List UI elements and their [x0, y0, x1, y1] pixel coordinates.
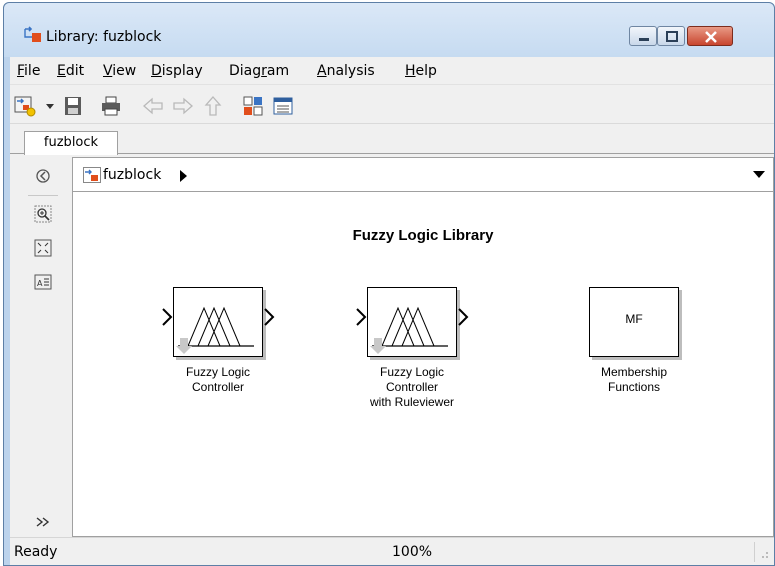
- up-icon[interactable]: [202, 95, 224, 117]
- fuzzy-logic-controller-block[interactable]: [173, 287, 263, 357]
- menu-analysis[interactable]: Analysis: [317, 63, 375, 79]
- forward-icon[interactable]: [172, 95, 194, 117]
- close-button[interactable]: [687, 26, 733, 46]
- model-browser-icon[interactable]: [242, 95, 264, 117]
- window-title: Library: fuzblock: [46, 29, 162, 45]
- dropdown-arrow-icon[interactable]: [40, 95, 62, 117]
- resize-grip-icon[interactable]: [754, 542, 770, 562]
- menu-view[interactable]: View: [103, 63, 136, 79]
- block-label: Fuzzy Logic Controller with Ruleviewer: [369, 365, 455, 409]
- simulink-model-icon: [24, 26, 41, 42]
- address-dropdown-icon[interactable]: [753, 170, 765, 180]
- tab-fuzblock[interactable]: fuzblock: [24, 131, 118, 155]
- zoom-icon[interactable]: [34, 205, 52, 223]
- status-bar: Ready 100%: [10, 537, 774, 565]
- more-icon[interactable]: [34, 513, 52, 531]
- tab-strip: fuzblock: [10, 126, 774, 155]
- menu-diagram[interactable]: Diagram: [229, 63, 289, 79]
- address-bar[interactable]: fuzblock: [73, 158, 773, 192]
- library-icon: [83, 167, 101, 183]
- output-port-icon: [264, 308, 275, 326]
- palette-divider: [28, 195, 58, 196]
- zoom-level: 100%: [392, 544, 433, 560]
- close-icon: [705, 31, 717, 43]
- minimize-button[interactable]: [629, 26, 657, 46]
- input-port-icon: [162, 308, 173, 326]
- annotation-icon[interactable]: A: [34, 273, 52, 291]
- menu-bar: File Edit View Display Diagram Analysis …: [10, 57, 774, 85]
- menu-display[interactable]: Display: [151, 63, 203, 79]
- fit-view-icon[interactable]: [34, 239, 52, 257]
- menu-file[interactable]: File: [17, 63, 40, 79]
- window-client: File Edit View Display Diagram Analysis …: [10, 57, 774, 565]
- library-window: Library: fuzblock File Edit View Display…: [3, 2, 775, 566]
- left-palette: A: [10, 155, 74, 537]
- print-icon[interactable]: [100, 95, 122, 117]
- model-canvas: fuzblock Fuzzy Logic Library Fuzzy Logic…: [72, 157, 774, 537]
- status-text: Ready: [14, 544, 58, 560]
- fuzzy-logic-controller-ruleviewer-block[interactable]: [367, 287, 457, 357]
- toolbar: [10, 86, 774, 124]
- diagram-area: Fuzzy Logic Library Fuzzy Logic Controll…: [73, 193, 773, 536]
- maximize-button[interactable]: [657, 26, 685, 46]
- mf-block-text: MF: [625, 312, 643, 326]
- explorer-icon[interactable]: [272, 95, 294, 117]
- membership-functions-icon: [176, 306, 254, 354]
- membership-functions-icon: [370, 306, 448, 354]
- hide-browser-icon[interactable]: [34, 167, 52, 185]
- save-icon[interactable]: [62, 95, 84, 117]
- maximize-icon: [666, 31, 678, 42]
- block-label: Fuzzy Logic Controller: [185, 365, 251, 394]
- minimize-icon: [639, 38, 649, 41]
- membership-functions-block[interactable]: MF: [589, 287, 679, 357]
- back-icon[interactable]: [142, 95, 164, 117]
- library-title: Fuzzy Logic Library: [352, 227, 494, 244]
- output-port-icon: [458, 308, 469, 326]
- block-label: Membership Functions: [600, 365, 668, 394]
- breadcrumb-arrow-icon[interactable]: [179, 170, 189, 182]
- new-library-icon[interactable]: [14, 95, 36, 117]
- input-port-icon: [356, 308, 367, 326]
- svg-text:A: A: [37, 279, 43, 288]
- menu-help[interactable]: Help: [405, 63, 437, 79]
- title-bar[interactable]: Library: fuzblock: [4, 3, 774, 57]
- address-path[interactable]: fuzblock: [103, 167, 161, 183]
- menu-edit[interactable]: Edit: [57, 63, 84, 79]
